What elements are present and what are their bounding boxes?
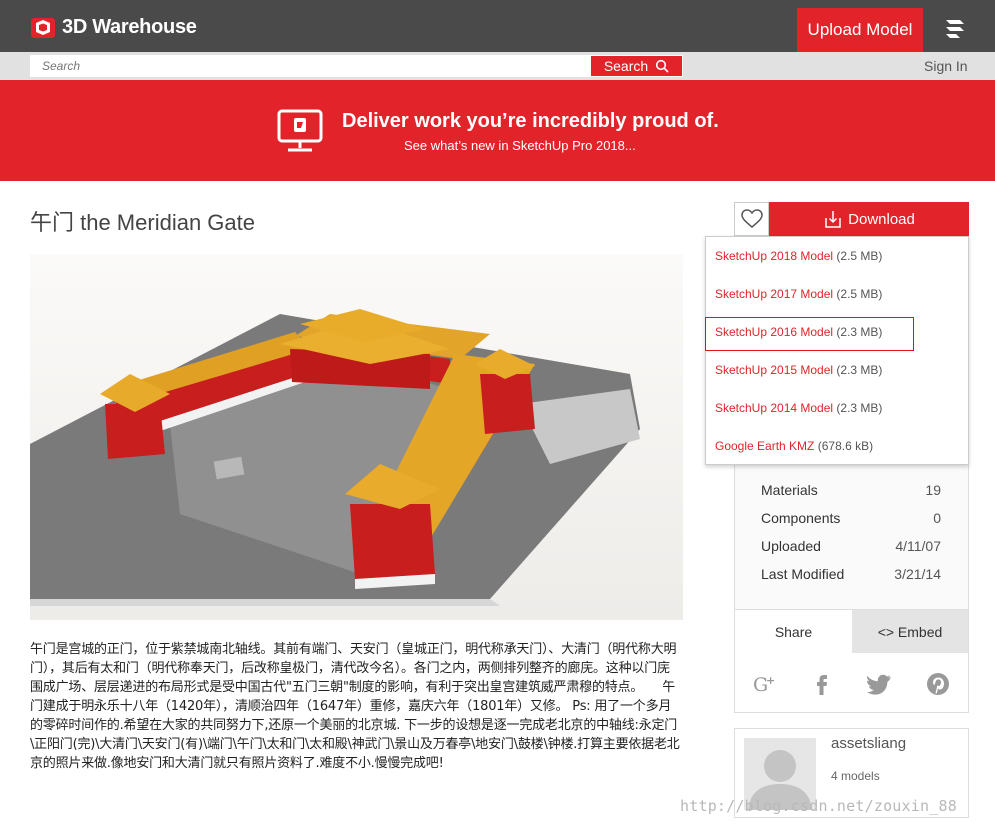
pinterest-icon[interactable] xyxy=(925,671,951,697)
svg-text:+: + xyxy=(766,674,775,687)
meridian-gate-render xyxy=(30,254,683,620)
google-plus-icon[interactable]: G + xyxy=(751,671,777,697)
option-size: (678.6 kB) xyxy=(817,439,874,453)
tab-embed[interactable]: <> Embed xyxy=(852,610,968,653)
model-description: 午门是宫城的正门，位于紫禁城南北轴线。其前有端门、天安门（皇城正门，明代称承天门… xyxy=(30,642,680,771)
upload-model-button[interactable]: Upload Model xyxy=(797,8,923,52)
option-size: (2.3 MB) xyxy=(836,363,883,377)
download-label: Download xyxy=(848,210,915,228)
search-icon xyxy=(656,59,669,73)
stat-row: Last Modified 3/21/14 xyxy=(761,566,941,582)
stat-row: Uploaded 4/11/07 xyxy=(761,538,941,554)
stat-label: Components xyxy=(761,510,841,526)
sign-in-link[interactable]: Sign In xyxy=(924,58,968,74)
stat-label: Materials xyxy=(761,482,818,498)
option-name: SketchUp 2017 Model xyxy=(715,287,834,301)
stat-label: Uploaded xyxy=(761,538,821,554)
heart-icon xyxy=(740,209,763,228)
search-input[interactable] xyxy=(30,55,590,77)
stat-row: Materials 19 xyxy=(761,482,941,498)
download-option-sketchup-2014[interactable]: SketchUp 2014 Model (2.3 MB) xyxy=(715,401,882,415)
option-size: (2.5 MB) xyxy=(836,249,883,263)
monitor-icon xyxy=(277,109,323,152)
warehouse-logo-icon xyxy=(31,18,55,38)
watermark: http://blog.csdn.net/zouxin_88 xyxy=(680,797,957,815)
stat-value: 4/11/07 xyxy=(895,538,941,554)
option-size: (2.5 MB) xyxy=(836,287,883,301)
twitter-icon[interactable] xyxy=(867,671,893,697)
author-name[interactable]: assetsliang xyxy=(831,735,906,752)
model-preview-image[interactable] xyxy=(30,254,683,620)
option-size: (2.3 MB) xyxy=(836,325,883,339)
logo-text: 3D Warehouse xyxy=(62,15,197,38)
option-size: (2.3 MB) xyxy=(836,401,883,415)
option-name: SketchUp 2018 Model xyxy=(715,249,834,263)
option-name: SketchUp 2014 Model xyxy=(715,401,834,415)
sketchup-menu-icon[interactable] xyxy=(938,14,972,44)
facebook-icon[interactable] xyxy=(809,671,835,697)
download-option-sketchup-2018[interactable]: SketchUp 2018 Model (2.5 MB) xyxy=(715,249,882,263)
search-button[interactable]: Search xyxy=(590,55,683,77)
option-name: SketchUp 2015 Model xyxy=(715,363,834,377)
banner-title: Deliver work you’re incredibly proud of. xyxy=(342,110,719,132)
banner-subtitle[interactable]: See what’s new in SketchUp Pro 2018... xyxy=(404,138,636,153)
download-option-google-earth-kmz[interactable]: Google Earth KMZ (678.6 kB) xyxy=(715,439,873,453)
stat-value: 0 xyxy=(933,510,941,526)
search-button-label: Search xyxy=(603,58,649,74)
like-button[interactable] xyxy=(734,202,769,236)
stat-value: 3/21/14 xyxy=(894,566,941,582)
model-title: 午门 the Meridian Gate xyxy=(30,210,255,235)
author-model-count[interactable]: 4 models xyxy=(831,769,880,783)
stat-value: 19 xyxy=(925,482,941,498)
stat-label: Last Modified xyxy=(761,566,845,582)
download-option-sketchup-2016[interactable]: SketchUp 2016 Model (2.3 MB) xyxy=(715,325,882,339)
stat-row: Components 0 xyxy=(761,510,941,526)
download-button[interactable]: Download xyxy=(769,202,969,236)
download-option-sketchup-2015[interactable]: SketchUp 2015 Model (2.3 MB) xyxy=(715,363,882,377)
tab-share[interactable]: Share xyxy=(735,610,852,653)
download-icon xyxy=(825,211,841,228)
logo[interactable]: 3D Warehouse xyxy=(30,13,197,41)
option-name: SketchUp 2016 Model xyxy=(715,325,834,339)
download-option-sketchup-2017[interactable]: SketchUp 2017 Model (2.5 MB) xyxy=(715,287,882,301)
option-name: Google Earth KMZ xyxy=(715,439,815,453)
